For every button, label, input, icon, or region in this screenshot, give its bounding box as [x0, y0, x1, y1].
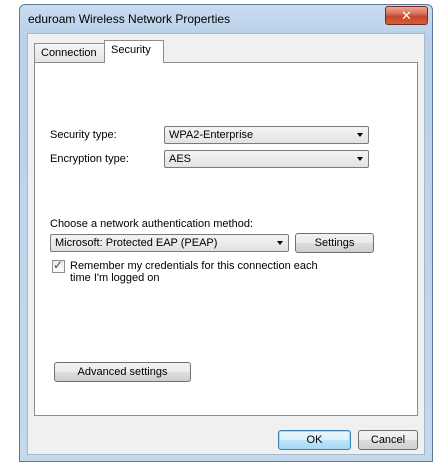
auth-method-dropdown[interactable]: Microsoft: Protected EAP (PEAP) [50, 234, 289, 252]
cancel-button[interactable]: Cancel [358, 430, 418, 450]
close-icon: ✕ [401, 8, 412, 23]
window-title: eduroam Wireless Network Properties [28, 12, 231, 26]
chevron-down-icon [357, 157, 363, 161]
security-type-value: WPA2-Enterprise [169, 129, 254, 141]
chevron-down-icon [357, 133, 363, 137]
encryption-type-value: AES [169, 153, 192, 165]
chevron-down-icon [277, 241, 283, 245]
dialog-window: eduroam Wireless Network Properties ✕ Co… [19, 4, 433, 462]
security-tab-panel: Security type: WPA2-Enterprise Encryptio… [34, 62, 418, 416]
encryption-type-dropdown[interactable]: AES [164, 150, 369, 168]
tab-security[interactable]: Security [104, 40, 164, 63]
security-type-label: Security type: [50, 129, 117, 141]
checkmark-icon: ✓ [53, 258, 64, 272]
auth-method-value: Microsoft: Protected EAP (PEAP) [55, 237, 218, 249]
settings-button[interactable]: Settings [295, 233, 374, 253]
remember-credentials-line2: time I'm logged on [70, 272, 160, 284]
security-type-dropdown[interactable]: WPA2-Enterprise [164, 126, 369, 144]
tab-connection[interactable]: Connection [34, 43, 105, 62]
close-button[interactable]: ✕ [385, 6, 428, 25]
encryption-type-label: Encryption type: [50, 153, 129, 165]
remember-credentials-checkbox[interactable]: ✓ [52, 258, 65, 273]
auth-method-label: Choose a network authentication method: [50, 218, 254, 230]
remember-credentials-label: Remember my credentials for this connect… [70, 260, 318, 284]
remember-credentials-line1: Remember my credentials for this connect… [70, 260, 318, 272]
advanced-settings-button[interactable]: Advanced settings [54, 362, 191, 382]
dialog-client-area: Connection Security Security type: WPA2-… [27, 33, 425, 455]
ok-button[interactable]: OK [278, 430, 351, 450]
title-bar[interactable]: eduroam Wireless Network Properties ✕ [20, 5, 432, 31]
